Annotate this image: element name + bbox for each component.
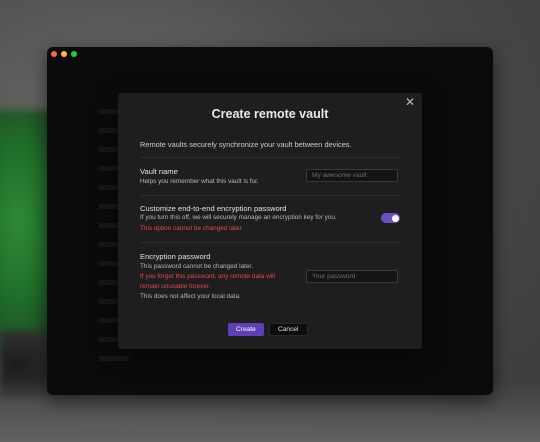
create-button[interactable]: Create bbox=[228, 323, 264, 336]
encryption-password-label: Encryption password bbox=[140, 252, 211, 261]
vault-name-description: Helps you remember what this vault is fo… bbox=[140, 178, 259, 185]
custom-encryption-warning: This option cannot be changed later. bbox=[140, 225, 244, 232]
cancel-button[interactable]: Cancel bbox=[269, 323, 308, 336]
dialog-intro-text: Remote vaults securely synchronize your … bbox=[140, 140, 352, 149]
encryption-password-warning-line1: If you forget this password, any remote … bbox=[140, 273, 275, 280]
encryption-password-input[interactable] bbox=[306, 270, 398, 283]
divider bbox=[140, 242, 400, 243]
window-maximize-button[interactable] bbox=[71, 51, 77, 57]
window-close-button[interactable] bbox=[51, 51, 57, 57]
custom-encryption-toggle[interactable] bbox=[381, 213, 400, 223]
custom-encryption-label: Customize end-to-end encryption password bbox=[140, 204, 287, 213]
window-controls bbox=[51, 51, 77, 57]
toggle-knob bbox=[391, 214, 399, 222]
encryption-password-description: This password cannot be changed later. bbox=[140, 263, 253, 270]
custom-encryption-description: If you turn this off, we will securely m… bbox=[140, 214, 337, 221]
divider bbox=[140, 157, 400, 158]
encryption-password-warning-line2: remain unusable forever. bbox=[140, 283, 211, 290]
vault-name-input[interactable] bbox=[306, 169, 398, 182]
divider bbox=[140, 195, 400, 196]
vault-name-label: Vault name bbox=[140, 167, 178, 176]
dialog-title: Create remote vault bbox=[211, 107, 329, 121]
encryption-password-note: This does not affect your local data. bbox=[140, 293, 241, 300]
create-remote-vault-dialog: ✕ Create remote vault Remote vaults secu… bbox=[118, 93, 422, 349]
window-minimize-button[interactable] bbox=[61, 51, 67, 57]
